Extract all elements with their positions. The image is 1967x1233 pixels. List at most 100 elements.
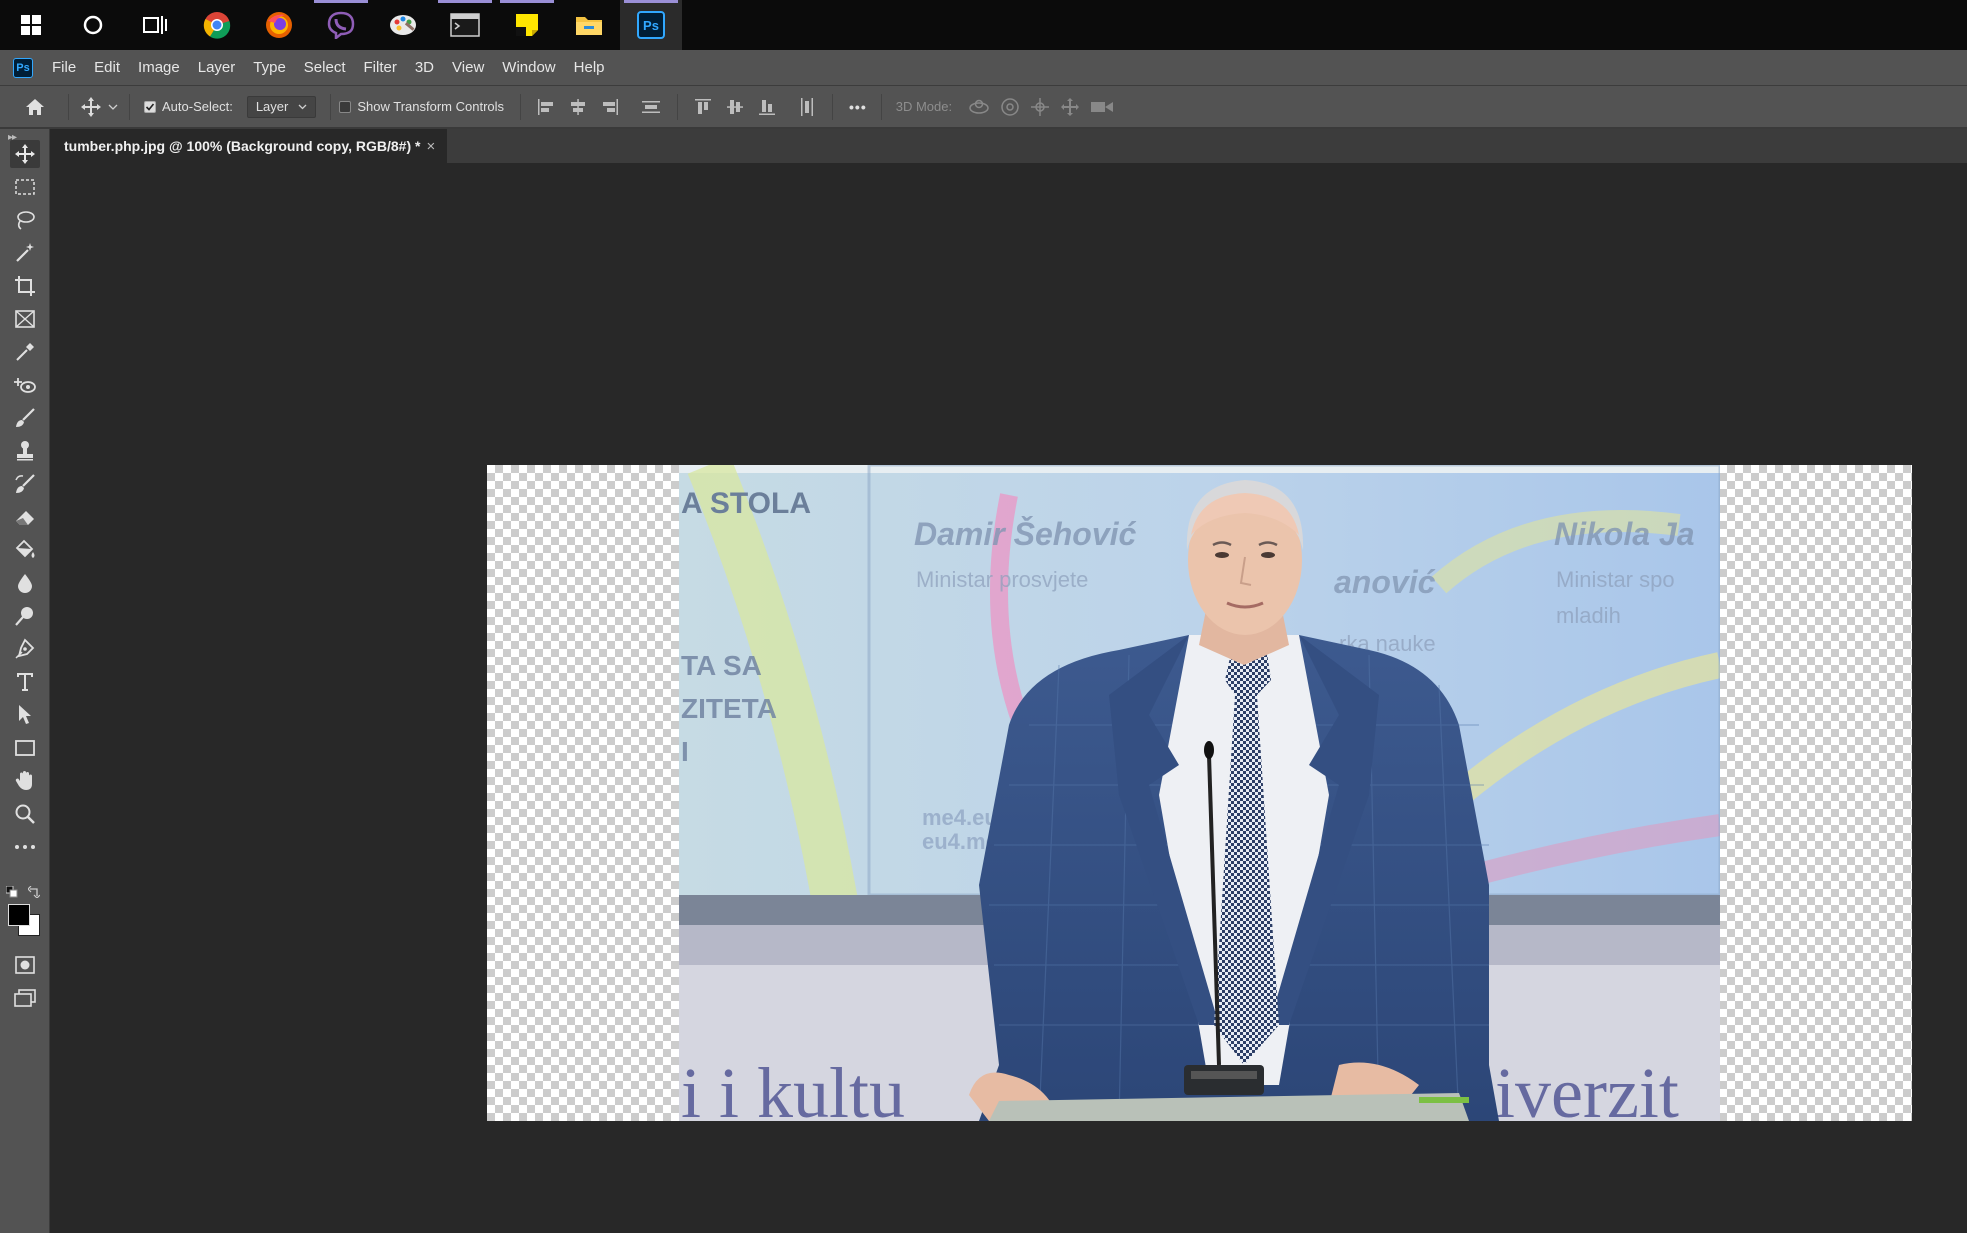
task-view-button[interactable] xyxy=(124,0,186,50)
menu-type[interactable]: Type xyxy=(244,50,295,86)
document-canvas[interactable]: A STOLA Damir Šehović Ministar prosvjete… xyxy=(487,465,1912,1121)
distribute-horizontal-icon[interactable] xyxy=(796,95,818,119)
default-colors-icon[interactable] xyxy=(6,886,18,898)
tool-move[interactable] xyxy=(10,140,40,168)
more-options-button[interactable]: ••• xyxy=(849,99,867,115)
tool-quick-mask[interactable] xyxy=(10,951,40,979)
more-dots-icon xyxy=(15,845,35,849)
tool-type[interactable] xyxy=(10,668,40,696)
separator xyxy=(677,93,679,120)
foreground-color-swatch[interactable] xyxy=(8,904,30,926)
3d-slide-icon[interactable] xyxy=(1060,97,1080,117)
tool-pen[interactable] xyxy=(10,635,40,663)
align-left-edges-icon[interactable] xyxy=(535,96,557,118)
photo-text-name-right: Nikola Ja xyxy=(1554,516,1695,552)
swap-colors-icon[interactable] xyxy=(28,886,40,898)
taskbar-paint[interactable] xyxy=(372,0,434,50)
tool-dodge[interactable] xyxy=(10,602,40,630)
document-tab[interactable]: tumber.php.jpg @ 100% (Background copy, … xyxy=(50,129,448,163)
tool-spot-healing[interactable] xyxy=(10,371,40,399)
home-button[interactable] xyxy=(10,85,60,128)
chevron-down-icon xyxy=(298,104,307,110)
menu-file[interactable]: File xyxy=(43,50,85,86)
eraser-icon xyxy=(16,511,34,525)
paint-bucket-icon xyxy=(15,539,35,558)
menu-view[interactable]: View xyxy=(443,50,493,86)
show-transform-group: Show Transform Controls xyxy=(339,99,504,114)
tool-zoom[interactable] xyxy=(10,800,40,828)
viber-icon xyxy=(327,11,355,39)
taskbar-viber[interactable] xyxy=(310,0,372,50)
menu-window[interactable]: Window xyxy=(493,50,564,86)
3d-roll-icon[interactable] xyxy=(1000,97,1020,117)
crop-icon xyxy=(15,276,35,296)
menu-layer[interactable]: Layer xyxy=(189,50,245,86)
menu-select[interactable]: Select xyxy=(295,50,355,86)
tool-rectangular-marquee[interactable] xyxy=(10,173,40,201)
document-tab-strip: tumber.php.jpg @ 100% (Background copy, … xyxy=(50,129,1967,163)
tool-history-brush[interactable] xyxy=(10,470,40,498)
tool-blur[interactable] xyxy=(10,569,40,597)
move-tool-preset-picker[interactable] xyxy=(77,85,121,128)
healing-brush-icon xyxy=(14,378,36,393)
tool-eraser[interactable] xyxy=(10,503,40,531)
tool-frame[interactable] xyxy=(10,305,40,333)
tool-clone-stamp[interactable] xyxy=(10,437,40,465)
sticky-notes-icon xyxy=(516,14,538,36)
start-button[interactable] xyxy=(0,0,62,50)
tool-lasso[interactable] xyxy=(10,206,40,234)
zoom-magnifier-icon xyxy=(15,804,35,824)
separator xyxy=(520,93,522,120)
auto-select-target-dropdown[interactable]: Layer xyxy=(246,95,317,118)
paint-palette-icon xyxy=(390,15,416,35)
distribute-vertical-icon[interactable] xyxy=(639,96,663,118)
menu-edit[interactable]: Edit xyxy=(85,50,129,86)
menu-image[interactable]: Image xyxy=(129,50,189,86)
align-bottom-edges-icon[interactable] xyxy=(756,96,778,118)
taskbar-file-explorer[interactable] xyxy=(558,0,620,50)
tool-paint-bucket[interactable] xyxy=(10,536,40,564)
photo-text-name-left: Damir Šehović xyxy=(914,516,1137,552)
menu-bar: Ps File Edit Image Layer Type Select Fil… xyxy=(0,50,1967,86)
3d-camera-icon[interactable] xyxy=(1090,98,1114,116)
show-transform-label: Show Transform Controls xyxy=(357,99,505,114)
tool-magic-wand[interactable] xyxy=(10,239,40,267)
align-right-edges-icon[interactable] xyxy=(599,96,621,118)
firefox-icon xyxy=(266,12,292,38)
menu-3d[interactable]: 3D xyxy=(406,50,443,86)
home-icon xyxy=(26,98,44,115)
search-button[interactable] xyxy=(62,0,124,50)
show-transform-checkbox[interactable] xyxy=(339,100,352,113)
taskbar-sticky-notes[interactable] xyxy=(496,0,558,50)
3d-orbit-icon[interactable] xyxy=(968,97,990,117)
tool-crop[interactable] xyxy=(10,272,40,300)
tool-brush[interactable] xyxy=(10,404,40,432)
align-vertical-centers-icon[interactable] xyxy=(724,96,746,118)
taskbar-terminal[interactable] xyxy=(434,0,496,50)
separator xyxy=(880,93,882,120)
tool-screen-mode[interactable] xyxy=(10,984,40,1012)
canvas-workspace[interactable]: A STOLA Damir Šehović Ministar prosvjete… xyxy=(50,163,1967,1233)
menu-help[interactable]: Help xyxy=(565,50,614,86)
close-tab-icon[interactable]: × xyxy=(426,138,435,155)
photo-text-me4-1: me4.eu xyxy=(922,805,998,830)
tool-rectangle[interactable] xyxy=(10,734,40,762)
search-circle-icon xyxy=(83,15,103,35)
auto-select-group: Auto-Select: Layer xyxy=(144,95,317,118)
align-horizontal-centers-icon[interactable] xyxy=(567,96,589,118)
tool-path-selection[interactable] xyxy=(10,701,40,729)
3d-pan-icon[interactable] xyxy=(1030,97,1050,117)
taskbar-firefox[interactable] xyxy=(248,0,310,50)
separator xyxy=(129,93,130,120)
tool-hand[interactable] xyxy=(10,767,40,795)
hand-icon xyxy=(15,771,32,790)
taskbar-chrome[interactable] xyxy=(186,0,248,50)
menu-filter[interactable]: Filter xyxy=(355,50,406,86)
windows-start-icon xyxy=(21,15,41,35)
photo-speaker-at-podium: A STOLA Damir Šehović Ministar prosvjete… xyxy=(679,465,1720,1121)
auto-select-checkbox[interactable] xyxy=(144,100,156,113)
tool-eyedropper[interactable] xyxy=(10,338,40,366)
tool-edit-toolbar[interactable] xyxy=(10,833,40,861)
taskbar-photoshop[interactable]: Ps xyxy=(620,0,682,50)
align-top-edges-icon[interactable] xyxy=(692,96,714,118)
